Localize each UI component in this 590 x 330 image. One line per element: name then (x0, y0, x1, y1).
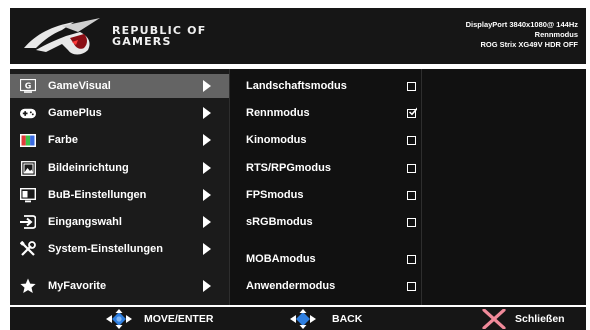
option-label: Rennmodus (246, 107, 310, 119)
submenu-gamevisual: Landschaftsmodus Rennmodus Kinomodus RTS… (229, 69, 422, 305)
option-kinomodus[interactable]: Kinomodus (230, 128, 423, 152)
menu-label-gamevisual: GameVisual (48, 80, 111, 92)
status-input-resolution: DisplayPort 3840x1080@ 144Hz (465, 20, 578, 29)
brand-name: REPUBLIC OF GAMERS (112, 25, 206, 47)
option-rts-rpgmodus[interactable]: RTS/RPGmodus (230, 156, 423, 180)
checkbox[interactable] (407, 164, 416, 173)
option-landschaftsmodus[interactable]: Landschaftsmodus (230, 74, 423, 98)
option-label: Anwendermodus (246, 280, 336, 292)
option-label: FPSmodus (246, 189, 304, 201)
menu-item-system-einstellungen[interactable]: System-Einstellungen (10, 237, 229, 261)
back-label: BACK (332, 313, 363, 325)
menu-label-eingangswahl: Eingangswahl (48, 216, 122, 228)
osd-footer: MOVE/ENTER BACK Schließen (10, 307, 586, 330)
chevron-right-icon (203, 134, 211, 146)
menu-panel: G GameVisual GamePlus Farbe Bildeinricht… (10, 69, 586, 305)
menu-label-gameplus: GamePlus (48, 107, 102, 119)
close-icon[interactable] (478, 309, 512, 329)
chevron-right-icon (203, 162, 211, 174)
option-mobamodus[interactable]: MOBAmodus (230, 247, 423, 271)
option-label: RTS/RPGmodus (246, 162, 331, 174)
option-anwendermodus[interactable]: Anwendermodus (230, 274, 423, 298)
rog-logo-icon (24, 18, 100, 55)
svg-text:G: G (25, 82, 32, 91)
menu-label-bildeinrichtung: Bildeinrichtung (48, 162, 129, 174)
osd-header: REPUBLIC OF GAMERS DisplayPort 3840x1080… (10, 8, 586, 64)
color-palette-icon (20, 132, 36, 148)
menu-label-bub-einstellungen: BuB-Einstellungen (48, 189, 147, 201)
menu-item-farbe[interactable]: Farbe (10, 128, 229, 152)
option-srgbmodus[interactable]: sRGBmodus (230, 210, 423, 234)
menu-label-system-einstellungen: System-Einstellungen (48, 243, 163, 255)
menu-label-farbe: Farbe (48, 134, 78, 146)
detail-panel (422, 69, 586, 305)
menu-item-gameplus[interactable]: GamePlus (10, 101, 229, 125)
osd-menu: REPUBLIC OF GAMERS DisplayPort 3840x1080… (0, 0, 590, 330)
menu-item-myfavorite[interactable]: MyFavorite (10, 274, 229, 298)
option-label: MOBAmodus (246, 253, 316, 265)
chevron-right-icon (203, 189, 211, 201)
checkbox[interactable] (407, 282, 416, 291)
menu-item-eingangswahl[interactable]: Eingangswahl (10, 210, 229, 234)
gamevisual-icon: G (20, 78, 36, 94)
chevron-right-icon (203, 107, 211, 119)
chevron-right-icon (203, 80, 211, 92)
tools-icon (20, 241, 36, 257)
chevron-right-icon (203, 243, 211, 255)
checkbox[interactable] (407, 191, 416, 200)
signal-status: DisplayPort 3840x1080@ 144Hz Rennmodus R… (466, 20, 578, 50)
star-icon (20, 278, 36, 294)
menu-label-myfavorite: MyFavorite (48, 280, 107, 292)
image-icon (20, 160, 36, 176)
gamepad-icon (20, 105, 36, 121)
checkmark-icon (408, 107, 417, 116)
status-mode: Rennmodus (534, 30, 578, 39)
option-rennmodus[interactable]: Rennmodus (230, 101, 423, 125)
option-label: Landschaftsmodus (246, 80, 347, 92)
menu-item-bub-einstellungen[interactable]: BuB-Einstellungen (10, 183, 229, 207)
chevron-right-icon (203, 280, 211, 292)
input-icon (20, 214, 36, 230)
five-way-navigation-icon[interactable] (102, 309, 136, 329)
option-fpsmodus[interactable]: FPSmodus (230, 183, 423, 207)
checkbox[interactable] (407, 82, 416, 91)
checkbox[interactable] (407, 136, 416, 145)
option-label: sRGBmodus (246, 216, 313, 228)
status-model-hdr: ROG Strix XG49V HDR OFF (480, 40, 578, 49)
pip-icon (20, 187, 36, 203)
move-enter-label: MOVE/ENTER (144, 313, 214, 325)
checkbox[interactable] (407, 255, 416, 264)
brand-line-2: GAMERS (112, 35, 172, 48)
menu-item-bildeinrichtung[interactable]: Bildeinrichtung (10, 156, 229, 180)
chevron-right-icon (203, 216, 211, 228)
option-label: Kinomodus (246, 134, 307, 146)
back-navigation-icon[interactable] (286, 309, 320, 329)
checkbox[interactable] (407, 218, 416, 227)
menu-item-gamevisual[interactable]: G GameVisual (10, 74, 229, 98)
main-menu: G GameVisual GamePlus Farbe Bildeinricht… (10, 69, 229, 305)
checkbox-checked[interactable] (407, 107, 417, 118)
close-label: Schließen (515, 313, 565, 325)
